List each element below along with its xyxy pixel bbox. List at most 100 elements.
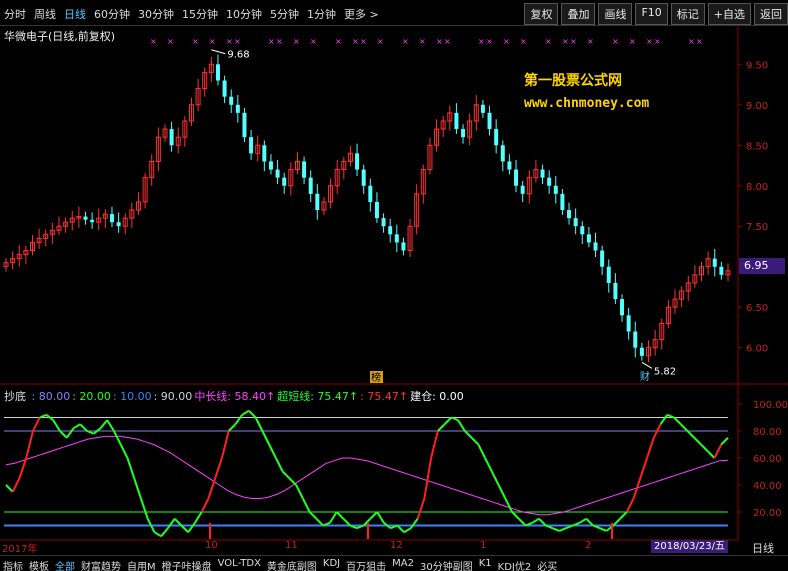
candle-body — [282, 177, 287, 186]
indicator-tab[interactable]: KDJ — [320, 556, 343, 571]
short-term-line — [686, 430, 695, 439]
candle-body — [626, 315, 631, 332]
short-term-line — [281, 470, 291, 479]
candle-body — [487, 112, 492, 130]
short-term-line — [443, 416, 453, 425]
indicator-axis-label: 40.00 — [753, 481, 782, 492]
period-tab[interactable]: 60分钟 — [94, 6, 130, 22]
short-term-line — [612, 518, 621, 527]
toolbar-button[interactable]: +自选 — [707, 3, 751, 25]
toolbar-button[interactable]: 返回 — [754, 3, 788, 25]
indicator-tab[interactable]: 百万狙击 — [343, 556, 389, 571]
signal-mark: × — [377, 37, 384, 46]
candle-body — [235, 104, 240, 113]
indicator-tab[interactable]: 必买 — [534, 556, 560, 571]
short-term-line — [680, 423, 689, 432]
candle-body — [388, 226, 393, 235]
signal-mark: × — [209, 37, 216, 46]
indicator-tab[interactable]: 自用M — [124, 556, 159, 571]
period-tab[interactable]: 分时 — [4, 6, 26, 22]
indicator-name[interactable]: 抄底 — [4, 390, 26, 403]
toolbar-button[interactable]: 标记 — [670, 3, 705, 25]
short-term-line — [59, 430, 68, 439]
candle-body — [573, 218, 578, 227]
short-term-line — [180, 524, 189, 533]
short-term-line — [288, 477, 297, 486]
signal-mark: × — [419, 37, 426, 46]
period-tab[interactable]: 1分钟 — [307, 6, 336, 22]
candle-body — [262, 145, 267, 162]
indicator-tab[interactable]: 财富趋势 — [78, 556, 124, 571]
short-term-line — [470, 437, 480, 446]
short-term-line — [295, 484, 304, 499]
watermark: 第一股票公式网 www.chnmoney.com — [524, 70, 649, 111]
candle-body — [83, 216, 88, 220]
price-axis-label: 9.00 — [746, 101, 768, 112]
signal-mark: × — [654, 37, 661, 46]
indicator-tab[interactable]: KDJ优2 — [495, 556, 535, 571]
short-term-line — [275, 457, 284, 472]
period-tab[interactable]: 周线 — [34, 6, 56, 22]
short-term-line — [720, 437, 729, 446]
period-tab[interactable]: 更多 > — [344, 6, 379, 22]
short-term-line — [707, 450, 716, 459]
signal-mark: × — [226, 37, 233, 46]
short-term-line — [254, 417, 264, 432]
toolbar-button[interactable]: 叠加 — [561, 3, 596, 25]
short-term-line — [625, 498, 635, 513]
short-term-line — [241, 409, 250, 416]
indicator-tab[interactable]: 模板 — [26, 556, 52, 571]
period-tab[interactable]: 15分钟 — [182, 6, 218, 22]
short-term-line — [504, 498, 513, 513]
price-axis-label: 6.00 — [746, 344, 768, 355]
short-term-line — [619, 511, 628, 520]
candle-body — [394, 234, 399, 243]
short-term-line — [518, 518, 527, 527]
period-tab[interactable]: 日线 — [64, 6, 86, 22]
short-term-line — [335, 511, 345, 520]
signal-mark: × — [612, 37, 619, 46]
toolbar-button[interactable]: 复权 — [524, 3, 559, 25]
short-term-line — [106, 419, 115, 432]
indicator-tab[interactable]: VOL-TDX — [215, 556, 264, 571]
short-term-line — [227, 423, 237, 432]
high-price-label: 9.68 — [227, 50, 249, 61]
indicator-tab[interactable]: 橙子咔操盘 — [159, 556, 215, 571]
short-term-line — [693, 437, 702, 446]
signal-mark: × — [192, 37, 199, 46]
short-term-line — [207, 477, 217, 499]
candle-body — [540, 169, 545, 178]
toolbar-button[interactable]: F10 — [635, 3, 668, 25]
indicator-tab[interactable]: 指标 — [0, 556, 26, 571]
indicator-tab[interactable]: 全部 — [52, 556, 78, 571]
short-term-line — [497, 484, 507, 499]
short-term-line — [410, 518, 419, 529]
short-term-line — [308, 511, 318, 520]
signal-mark: × — [646, 37, 653, 46]
candle-body — [461, 129, 466, 138]
indicator-tab[interactable]: MA2 — [389, 556, 417, 571]
indicator-tab[interactable]: K1 — [476, 556, 495, 571]
stock-chart[interactable]: 9.509.008.508.007.507.006.506.009.685.82… — [0, 0, 788, 571]
toolbar-button[interactable]: 画线 — [598, 3, 633, 25]
candle-body — [500, 145, 505, 162]
period-selector: 分时 周线 日线 60分钟 30分钟 15分钟 10分钟 5分钟 1分钟 更多 > — [4, 6, 379, 22]
short-term-line — [599, 527, 607, 532]
candle-body — [507, 161, 512, 170]
indicator-tab[interactable]: 30分钟副图 — [417, 556, 476, 571]
candle-body — [567, 210, 572, 219]
price-axis-label: 8.00 — [746, 182, 768, 193]
period-tab[interactable]: 5分钟 — [270, 6, 299, 22]
short-term-line — [490, 471, 500, 486]
short-term-line — [5, 484, 14, 493]
period-tab[interactable]: 10分钟 — [226, 6, 262, 22]
short-term-line — [167, 518, 176, 529]
low-pointer — [641, 361, 653, 369]
candle-body — [222, 80, 227, 97]
signal-mark: × — [293, 37, 300, 46]
indicator-tab[interactable]: 黄金底副图 — [264, 556, 320, 571]
short-term-line — [437, 423, 446, 432]
candle-body — [229, 96, 234, 105]
period-tab[interactable]: 30分钟 — [138, 6, 174, 22]
short-term-line — [194, 511, 203, 524]
